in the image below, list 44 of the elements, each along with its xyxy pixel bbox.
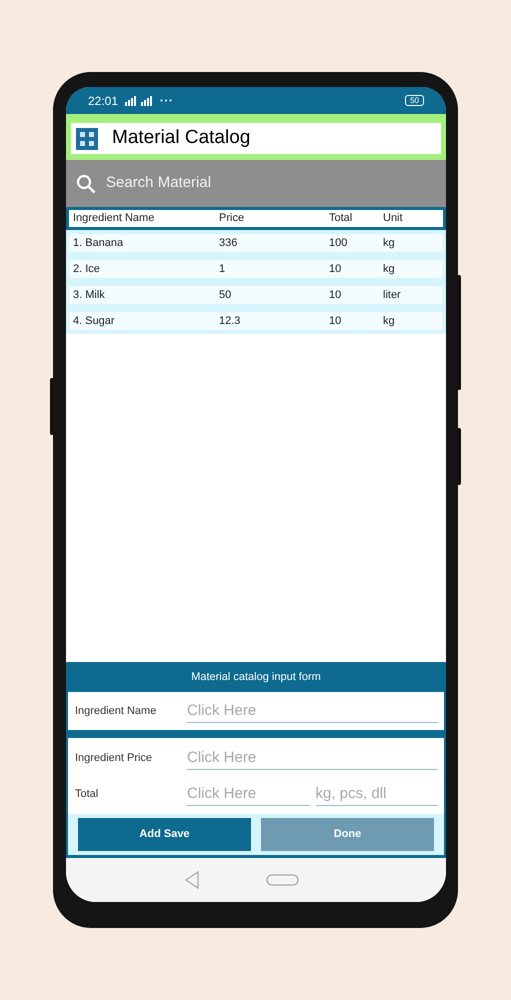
table-cell-text: 50 bbox=[219, 288, 232, 303]
table-cell-text: 4. Sugar bbox=[73, 314, 116, 329]
table-cell-text: 10 bbox=[329, 314, 342, 329]
input-field[interactable]: Click Here bbox=[187, 699, 438, 723]
input-field[interactable]: Click Here bbox=[187, 782, 310, 806]
table-row[interactable]: 1. Banana 336 100 kg bbox=[66, 230, 446, 256]
form-title: Material catalog input form bbox=[191, 670, 321, 685]
table-cell-text: 1 bbox=[219, 262, 226, 277]
column-header: Ingredient Name bbox=[73, 211, 156, 226]
home-icon[interactable] bbox=[266, 874, 298, 886]
table-row[interactable]: 3. Milk 50 10 liter bbox=[66, 282, 446, 308]
input-field[interactable]: kg, pcs, dll bbox=[316, 782, 438, 806]
app-title: Material Catalog bbox=[112, 126, 250, 150]
table-cell-text: liter bbox=[383, 288, 402, 303]
table-cell-text: 100 bbox=[329, 236, 348, 251]
table-cell-text: 1. Banana bbox=[73, 236, 124, 251]
table-cell-text: 10 bbox=[329, 262, 342, 277]
column-header: Unit bbox=[383, 211, 404, 226]
table-cell-text: kg bbox=[383, 236, 396, 251]
field-label: Ingredient Name bbox=[75, 704, 158, 719]
table-cell-text: 3. Milk bbox=[73, 288, 106, 303]
column-header: Total bbox=[329, 211, 354, 226]
table-row[interactable]: 4. Sugar 12.3 10 kg bbox=[66, 308, 446, 334]
table-cell-text: 10 bbox=[329, 288, 342, 303]
table-cell-text: 336 bbox=[219, 236, 238, 251]
search-icon bbox=[76, 174, 96, 194]
table-cell-text: 2. Ice bbox=[73, 262, 101, 277]
table-row[interactable]: 2. Ice 1 10 kg bbox=[66, 256, 446, 282]
app-logo-icon bbox=[76, 128, 98, 150]
table-cell-text: kg bbox=[383, 262, 396, 277]
battery-icon: 50 bbox=[405, 95, 424, 106]
table-cell-text: 12.3 bbox=[219, 314, 242, 329]
more-icon bbox=[160, 99, 172, 102]
field-label: Total bbox=[75, 786, 100, 802]
search-placeholder: Search Material bbox=[106, 173, 212, 194]
table-cell-text: kg bbox=[383, 314, 396, 329]
field-label: Ingredient Price bbox=[75, 750, 154, 766]
input-field[interactable]: Click Here bbox=[187, 746, 438, 770]
form-field[interactable]: Ingredient Name Click Here bbox=[68, 692, 444, 730]
back-icon[interactable] bbox=[184, 871, 200, 889]
form-button[interactable]: Add Save bbox=[78, 818, 251, 851]
status-time: 22:01 bbox=[88, 92, 118, 110]
signal-icon bbox=[124, 96, 154, 106]
column-header: Price bbox=[219, 211, 246, 226]
